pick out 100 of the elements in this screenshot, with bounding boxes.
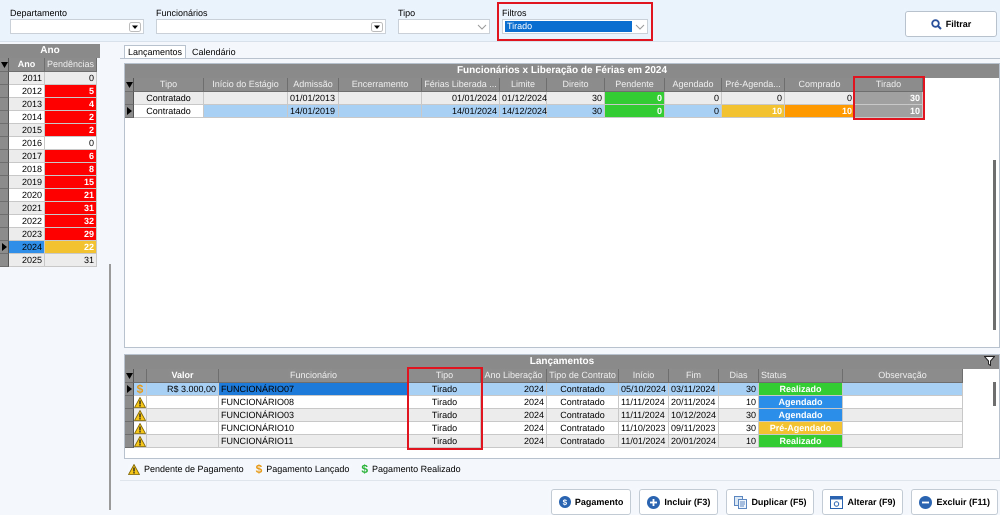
table-cell: 01/01/2013 xyxy=(288,92,339,105)
warning-icon xyxy=(134,422,146,434)
row-indicator[interactable] xyxy=(125,383,134,396)
column-header[interactable]: Pendente xyxy=(605,78,665,92)
table-cell: 0 xyxy=(45,72,97,85)
action-button[interactable]: $ Pagamento xyxy=(550,489,632,515)
table-cell: Tirado xyxy=(409,383,481,396)
tab[interactable]: Lançamentos xyxy=(124,45,186,58)
table-cell: 31 xyxy=(45,202,97,215)
table-cell[interactable]: 2022 xyxy=(9,215,45,228)
search-icon xyxy=(930,18,942,30)
dropdown-field[interactable] xyxy=(10,19,144,34)
table-cell: 10 xyxy=(785,105,855,118)
filter-icon[interactable] xyxy=(984,356,995,366)
column-header[interactable]: Comprado xyxy=(785,78,855,92)
column-header[interactable]: Ano xyxy=(9,58,45,72)
column-header[interactable]: Direito xyxy=(547,78,605,92)
column-header[interactable]: Tipo xyxy=(134,78,204,92)
dropdown-field[interactable] xyxy=(398,19,490,34)
table-cell: 15 xyxy=(45,176,97,189)
column-header[interactable]: Admissão xyxy=(288,78,339,92)
minus-icon xyxy=(919,496,932,508)
table-cell: 10 xyxy=(722,105,785,118)
legend-label: Pagamento Lançado xyxy=(266,464,350,474)
column-header[interactable]: Ano Liberação xyxy=(481,369,547,383)
table-cell: 30 xyxy=(547,105,605,118)
row-indicator[interactable] xyxy=(0,241,9,254)
scrollbar[interactable] xyxy=(109,264,111,510)
table-cell: 30 xyxy=(719,383,759,396)
column-header[interactable]: Limite xyxy=(500,78,547,92)
copy-icon xyxy=(734,496,748,508)
tab[interactable]: Calendário xyxy=(188,45,240,58)
table-cell[interactable]: 2017 xyxy=(9,150,45,163)
dropdown-arrow-icon[interactable] xyxy=(0,62,8,68)
table-cell: FUNCIONÁRIO08 xyxy=(219,396,409,409)
table-cell: 0 xyxy=(785,92,855,105)
chevron-down-icon[interactable] xyxy=(635,22,645,30)
status-cell: Agendado xyxy=(759,396,843,409)
table-cell: 30 xyxy=(855,92,923,105)
table-cell[interactable]: 2021 xyxy=(9,202,45,215)
column-header[interactable]: Início xyxy=(619,369,669,383)
filter-button[interactable]: Filtrar xyxy=(905,11,997,37)
column-header[interactable]: Início do Estágio xyxy=(204,78,288,92)
table-cell[interactable]: 2020 xyxy=(9,189,45,202)
table-cell[interactable]: 2024 xyxy=(9,241,45,254)
column-header[interactable]: Pré-Agenda... xyxy=(722,78,785,92)
table-cell: 2 xyxy=(45,124,97,137)
table-cell: 4 xyxy=(45,98,97,111)
status-cell: Agendado xyxy=(759,409,843,422)
action-button[interactable]: Alterar (F9) xyxy=(822,489,904,515)
table-cell: 0 xyxy=(605,92,665,105)
table-cell: 11/01/2024 xyxy=(619,435,669,448)
table-cell[interactable]: 2011 xyxy=(9,72,45,85)
scrollbar[interactable] xyxy=(993,382,996,406)
table-cell: 30 xyxy=(547,92,605,105)
column-header[interactable]: Pendências xyxy=(45,58,97,72)
column-header[interactable]: Valor xyxy=(147,369,219,383)
table-cell: 2024 xyxy=(481,422,547,435)
table-cell: 20/01/2024 xyxy=(669,435,719,448)
action-button[interactable]: Duplicar (F5) xyxy=(726,489,814,515)
column-header[interactable]: Encerramento xyxy=(339,78,422,92)
table-cell[interactable]: 2019 xyxy=(9,176,45,189)
table-cell[interactable]: 2018 xyxy=(9,163,45,176)
field-label: Departamento xyxy=(10,7,68,19)
chevron-down-icon[interactable] xyxy=(477,22,487,30)
table-cell[interactable]: 2013 xyxy=(9,98,45,111)
column-header[interactable]: Dias xyxy=(719,369,759,383)
table-cell[interactable]: 2015 xyxy=(9,124,45,137)
table-cell[interactable]: 2023 xyxy=(9,228,45,241)
column-header[interactable]: Férias Liberada ... xyxy=(422,78,500,92)
panel-title: Funcionários x Liberação de Férias em 2024 xyxy=(125,64,999,78)
column-header[interactable]: Fim xyxy=(669,369,719,383)
table-cell[interactable]: 2025 xyxy=(9,254,45,267)
action-button[interactable]: Excluir (F11) xyxy=(911,489,998,515)
dropdown-arrow-icon[interactable] xyxy=(126,82,132,88)
column-header[interactable]: Funcionário xyxy=(219,369,409,383)
table-cell[interactable]: 2016 xyxy=(9,137,45,150)
table-cell: FUNCIONÁRIO07 xyxy=(219,383,409,396)
table-cell: 0 xyxy=(722,92,785,105)
action-button[interactable]: Incluir (F3) xyxy=(639,489,718,515)
row-indicator[interactable] xyxy=(125,105,134,118)
dropdown-field[interactable] xyxy=(156,19,386,34)
table-cell[interactable]: 2014 xyxy=(9,111,45,124)
table-cell: Tirado xyxy=(409,435,481,448)
table-cell: FUNCIONÁRIO11 xyxy=(219,435,409,448)
warning-icon xyxy=(134,410,146,420)
column-header[interactable]: Tipo xyxy=(409,369,481,383)
column-header[interactable]: Tirado xyxy=(855,78,923,92)
table-cell: 20/11/2024 xyxy=(669,396,719,409)
column-header[interactable]: Tipo de Contrato xyxy=(547,369,619,383)
dropdown-field[interactable]: Tirado xyxy=(502,19,648,34)
column-header[interactable]: Observação xyxy=(843,369,963,383)
table-cell: Tirado xyxy=(409,422,481,435)
dropdown-arrow-icon[interactable] xyxy=(126,372,132,378)
panel-title: Lançamentos xyxy=(125,355,999,369)
table-cell[interactable]: 2012 xyxy=(9,85,45,98)
table-cell: 2024 xyxy=(481,383,547,396)
column-header[interactable]: Agendado xyxy=(665,78,722,92)
scrollbar[interactable] xyxy=(993,160,996,330)
column-header[interactable]: Status xyxy=(759,369,843,383)
